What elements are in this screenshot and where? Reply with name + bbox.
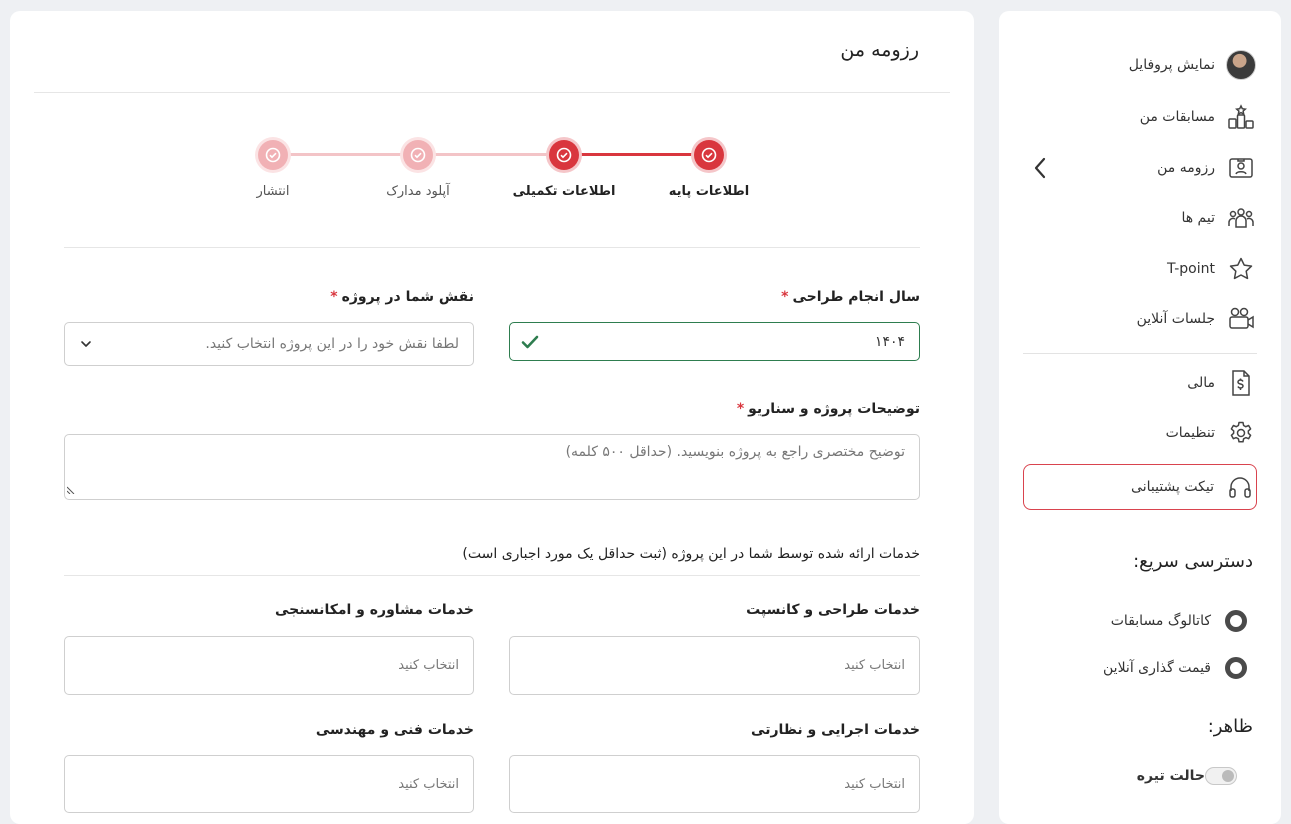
service-design-placeholder: انتخاب کنید bbox=[844, 658, 905, 673]
sidebar-divider bbox=[1023, 353, 1257, 354]
services-heading: خدمات ارائه شده توسط شما در این پروژه (ث… bbox=[462, 546, 920, 562]
service-execution-placeholder: انتخاب کنید bbox=[844, 776, 905, 792]
sidebar-item-online-meetings[interactable]: جلسات آنلاین bbox=[1023, 299, 1257, 339]
required-mark: * bbox=[781, 289, 789, 305]
sidebar-item-my-resume[interactable]: رزومه من bbox=[1023, 148, 1257, 188]
description-label-text: توضیحات پروژه و سناریو bbox=[748, 401, 920, 417]
appearance-title: ظاهر: bbox=[1207, 716, 1253, 737]
main-panel: رزومه من اطلاعات پایه اطلاعات تکمیلی آپل… bbox=[10, 11, 974, 824]
services-divider bbox=[64, 575, 920, 576]
chevron-left-icon[interactable] bbox=[1033, 157, 1047, 183]
title-divider bbox=[34, 92, 950, 93]
sidebar-item-label: نمایش پروفایل bbox=[1128, 57, 1215, 73]
sidebar-item-label: رزومه من bbox=[1157, 160, 1215, 176]
step-4-circle[interactable] bbox=[258, 140, 288, 170]
sidebar-item-label: تیکت پشتیبانی bbox=[1131, 479, 1214, 495]
sidebar-item-settings[interactable]: تنظیمات bbox=[1023, 413, 1257, 453]
sidebar-item-my-competitions[interactable]: مسابقات من bbox=[1023, 97, 1257, 137]
step-1-label: اطلاعات پایه bbox=[668, 184, 750, 199]
sidebar-item-label: تیم ها bbox=[1181, 210, 1215, 226]
step-2-circle[interactable] bbox=[549, 140, 579, 170]
service-engineering-placeholder: انتخاب کنید bbox=[398, 776, 459, 792]
role-label: نقش شما در پروژه* bbox=[330, 289, 474, 305]
service-engineering-label: خدمات فنی و مهندسی bbox=[315, 722, 474, 738]
quick-access-item-catalog[interactable]: کاتالوگ مسابقات bbox=[1111, 610, 1247, 632]
step-3-circle[interactable] bbox=[403, 140, 433, 170]
dark-mode-toggle[interactable] bbox=[1205, 767, 1237, 785]
video-icon bbox=[1225, 306, 1257, 332]
radio-icon bbox=[1225, 610, 1247, 632]
quick-access-title: دسترسی سریع: bbox=[1133, 551, 1253, 572]
role-select[interactable]: لطفا نقش خود را در این پروژه انتخاب کنید… bbox=[64, 322, 474, 366]
quick-access-label: قیمت گذاری آنلاین bbox=[1103, 660, 1211, 676]
quick-access-item-pricing[interactable]: قیمت گذاری آنلاین bbox=[1103, 657, 1247, 679]
dark-mode-label: حالت تیره bbox=[1136, 768, 1205, 784]
check-icon bbox=[520, 332, 540, 356]
headphones-icon bbox=[1224, 474, 1256, 500]
year-input[interactable]: ۱۴۰۴ bbox=[509, 322, 920, 361]
sidebar: نمایش پروفایل مسابقات من رزومه من تیم ها bbox=[999, 11, 1281, 824]
service-consulting-placeholder: انتخاب کنید bbox=[398, 658, 459, 673]
step-3-label: آپلود مدارک bbox=[386, 184, 450, 199]
quick-access-label: کاتالوگ مسابقات bbox=[1110, 613, 1211, 629]
invoice-icon bbox=[1225, 369, 1257, 397]
stepper-divider bbox=[64, 247, 920, 248]
role-placeholder: لطفا نقش خود را در این پروژه انتخاب کنید… bbox=[205, 336, 459, 352]
sidebar-item-finance[interactable]: مالی bbox=[1023, 363, 1257, 403]
step-connector bbox=[418, 153, 564, 156]
service-execution-select[interactable]: انتخاب کنید bbox=[509, 755, 920, 813]
sidebar-item-label: جلسات آنلاین bbox=[1136, 311, 1215, 327]
year-label-text: سال انجام طراحی bbox=[792, 289, 920, 305]
dark-mode-row: حالت تیره bbox=[1137, 767, 1247, 785]
radio-icon bbox=[1225, 657, 1247, 679]
step-connector bbox=[273, 153, 418, 156]
sidebar-item-teams[interactable]: تیم ها bbox=[1023, 198, 1257, 238]
year-label: سال انجام طراحی* bbox=[781, 289, 920, 305]
role-label-text: نقش شما در پروژه bbox=[341, 289, 474, 305]
required-mark: * bbox=[736, 401, 745, 417]
service-engineering-select[interactable]: انتخاب کنید bbox=[64, 755, 474, 813]
service-execution-label: خدمات اجرایی و نظارتی bbox=[751, 722, 920, 738]
step-2-label: اطلاعات تکمیلی bbox=[512, 184, 616, 199]
service-consulting-label: خدمات مشاوره و امکانسنجی bbox=[274, 602, 474, 618]
step-connector bbox=[564, 153, 709, 156]
service-consulting-select[interactable]: انتخاب کنید bbox=[64, 636, 474, 695]
step-1-circle[interactable] bbox=[694, 140, 724, 170]
description-label: توضیحات پروژه و سناریو* bbox=[737, 401, 920, 417]
avatar bbox=[1225, 50, 1257, 80]
sidebar-item-profile[interactable]: نمایش پروفایل bbox=[1023, 45, 1257, 85]
chevron-down-icon bbox=[79, 337, 93, 355]
year-value: ۱۴۰۴ bbox=[874, 333, 905, 350]
required-mark: * bbox=[330, 289, 338, 305]
resume-icon bbox=[1225, 156, 1257, 180]
star-icon bbox=[1225, 256, 1257, 282]
service-design-label: خدمات طراحی و کانسپت bbox=[746, 602, 920, 618]
step-4-label: انتشار bbox=[256, 184, 290, 199]
service-design-select[interactable]: انتخاب کنید bbox=[509, 636, 920, 695]
podium-icon bbox=[1225, 104, 1257, 130]
resize-handle-icon[interactable] bbox=[66, 482, 75, 498]
sidebar-item-support-ticket[interactable]: تیکت پشتیبانی bbox=[1023, 464, 1257, 510]
description-textarea[interactable]: توضیح مختصری راجع به پروژه بنویسید. (حدا… bbox=[64, 434, 920, 500]
team-icon bbox=[1225, 206, 1257, 230]
page-title: رزومه من bbox=[840, 39, 919, 61]
sidebar-item-label: مالی bbox=[1187, 375, 1215, 391]
sidebar-item-tpoint[interactable]: T-point bbox=[1023, 249, 1257, 289]
sidebar-item-label: تنظیمات bbox=[1165, 425, 1215, 441]
sidebar-item-label: T-point bbox=[1166, 261, 1215, 277]
gear-icon bbox=[1225, 420, 1257, 446]
sidebar-item-label: مسابقات من bbox=[1139, 109, 1215, 125]
description-placeholder: توضیح مختصری راجع به پروژه بنویسید. (حدا… bbox=[565, 444, 905, 460]
